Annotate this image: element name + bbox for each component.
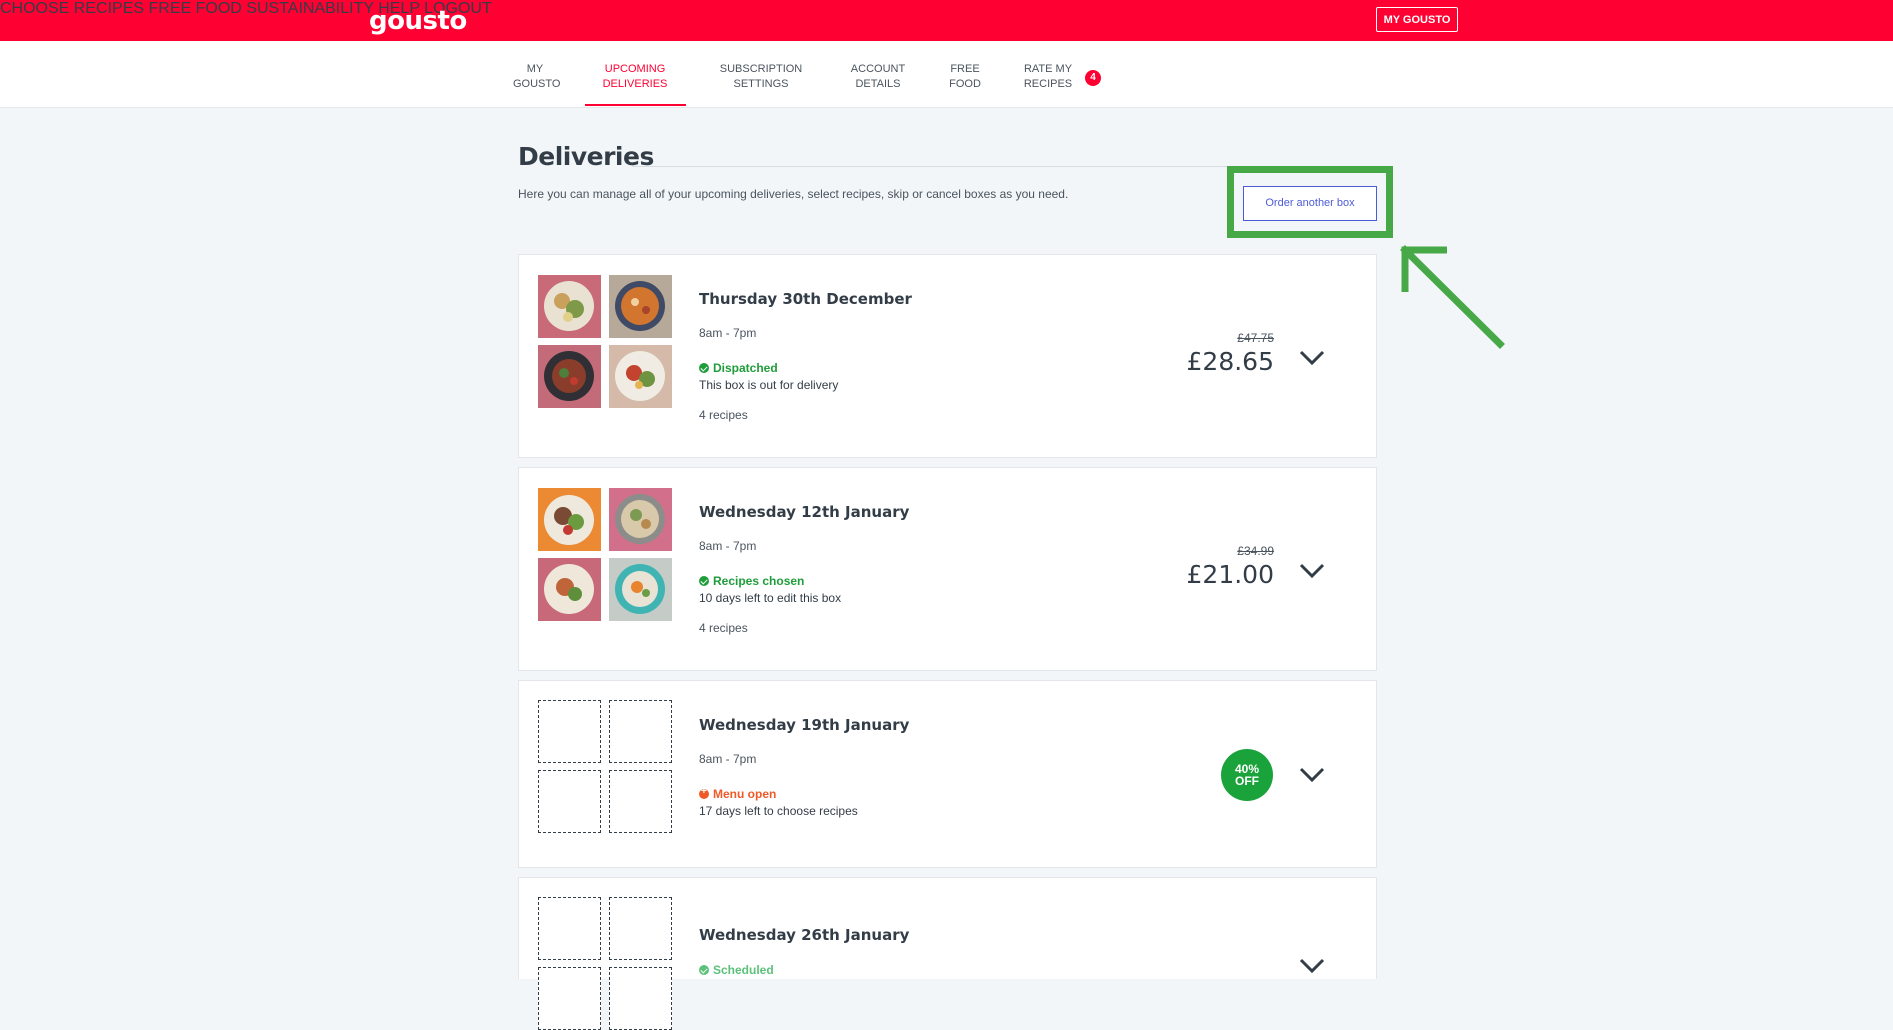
recipe-image — [609, 558, 672, 621]
recipe-image — [538, 345, 601, 408]
empty-recipe-slot — [609, 967, 672, 1030]
my-gousto-button[interactable]: MY GOUSTO — [1376, 7, 1458, 32]
nav-choose-recipes[interactable]: CHOOSE RECIPES — [0, 0, 144, 17]
original-price: £47.75 — [1237, 331, 1274, 345]
delivery-time: 8am - 7pm — [699, 752, 757, 766]
pointer-arrow-icon — [1400, 245, 1505, 349]
gousto-logo[interactable]: gousto — [369, 6, 467, 36]
delivery-substatus: 10 days left to edit this box — [699, 591, 842, 605]
delivery-card-1[interactable]: Thursday 30th December 8am - 7pm Dispatc… — [518, 254, 1377, 458]
rate-recipes-count-badge: 4 — [1085, 70, 1101, 86]
recipe-image — [609, 488, 672, 551]
delivery-substatus: This box is out for delivery — [699, 378, 839, 392]
delivery-date: Wednesday 26th January — [699, 926, 910, 944]
discounted-price: £21.00 — [1186, 560, 1274, 589]
discounted-price: £28.65 — [1186, 347, 1274, 376]
account-sub-navigation: MY GOUSTO UPCOMING DELIVERIES SUBSCRIPTI… — [0, 41, 1893, 108]
delivery-status: Recipes chosen — [699, 574, 804, 588]
page-intro-text: Here you can manage all of your upcoming… — [518, 187, 1069, 201]
active-tab-indicator — [585, 104, 686, 106]
empty-recipe-slot — [609, 770, 672, 833]
chevron-down-icon[interactable] — [1299, 767, 1325, 783]
delivery-time: 8am - 7pm — [699, 539, 757, 553]
recipe-image — [538, 275, 601, 338]
plus-circle-icon — [699, 786, 709, 799]
original-price: £34.99 — [1237, 544, 1274, 558]
check-circle-icon — [699, 576, 709, 586]
check-circle-icon — [699, 965, 709, 975]
delivery-time: 8am - 7pm — [699, 326, 757, 340]
tab-free-food[interactable]: FREE FOOD — [945, 62, 985, 92]
recipe-image — [538, 558, 601, 621]
delivery-card-3[interactable]: Wednesday 19th January 8am - 7pm Menu op… — [518, 680, 1377, 868]
tab-my-gousto[interactable]: MY GOUSTO — [513, 62, 560, 92]
title-divider — [632, 166, 1232, 167]
nav-free-food[interactable]: FREE FOOD — [148, 0, 241, 17]
empty-recipe-slot — [538, 770, 601, 833]
tab-account-details[interactable]: ACCOUNT DETAILS — [846, 62, 910, 92]
delivery-substatus: 17 days left to choose recipes — [699, 804, 858, 818]
order-another-box-button[interactable]: Order another box — [1243, 186, 1377, 221]
recipe-count: 4 recipes — [699, 408, 748, 422]
delivery-date: Thursday 30th December — [699, 290, 912, 308]
top-navigation-bar: gousto CHOOSE RECIPES FREE FOOD SUSTAINA… — [0, 0, 1893, 41]
chevron-down-icon[interactable] — [1299, 350, 1325, 366]
tab-subscription-settings[interactable]: SUBSCRIPTION SETTINGS — [717, 62, 805, 92]
delivery-card-4[interactable]: Wednesday 26th January Scheduled — [518, 877, 1377, 1030]
check-circle-icon — [699, 363, 709, 373]
delivery-date: Wednesday 19th January — [699, 716, 910, 734]
empty-recipe-slot — [538, 700, 601, 763]
delivery-card-2[interactable]: Wednesday 12th January 8am - 7pm Recipes… — [518, 467, 1377, 671]
recipe-count: 4 recipes — [699, 621, 748, 635]
delivery-date: Wednesday 12th January — [699, 503, 910, 521]
tab-upcoming-deliveries[interactable]: UPCOMING DELIVERIES — [596, 62, 674, 92]
delivery-status: Scheduled — [699, 963, 774, 977]
chevron-down-icon[interactable] — [1299, 958, 1325, 974]
recipe-image — [609, 275, 672, 338]
discount-badge: 40% OFF — [1221, 749, 1273, 801]
delivery-status: Menu open — [699, 786, 776, 801]
tab-rate-my-recipes[interactable]: RATE MY RECIPES — [1022, 62, 1074, 92]
recipe-image — [538, 488, 601, 551]
empty-recipe-slot — [538, 967, 601, 1030]
empty-recipe-slot — [609, 700, 672, 763]
empty-recipe-slot — [538, 897, 601, 960]
chevron-down-icon[interactable] — [1299, 563, 1325, 579]
nav-sustainability[interactable]: SUSTAINABILITY — [246, 0, 373, 17]
recipe-image — [609, 345, 672, 408]
delivery-status: Dispatched — [699, 361, 778, 375]
empty-recipe-slot — [609, 897, 672, 960]
